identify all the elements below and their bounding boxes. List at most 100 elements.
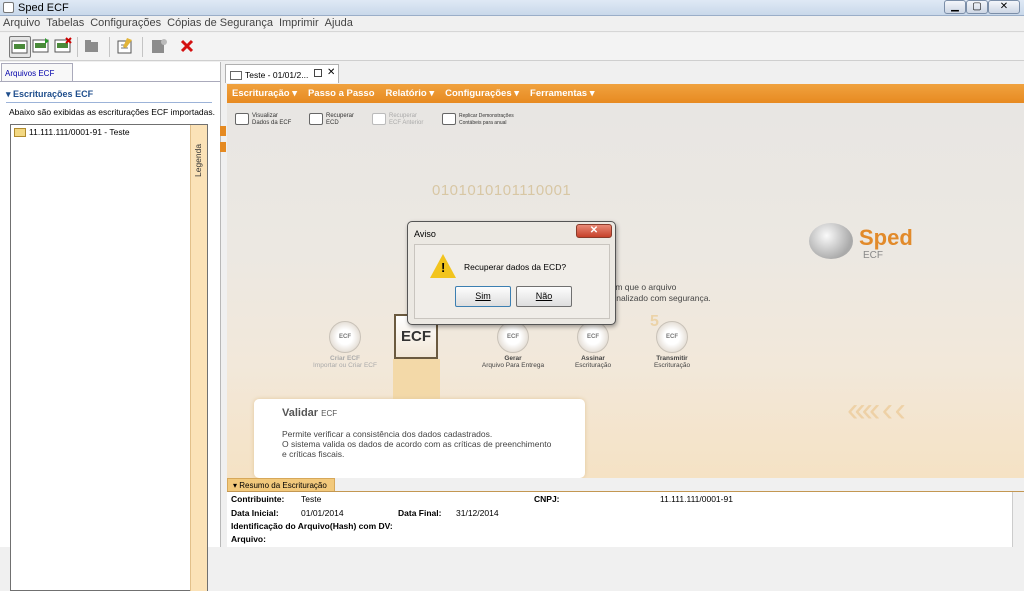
edit-icon [117, 38, 132, 54]
tab-arquivos-ecf[interactable]: Arquivos ECF [1, 63, 73, 81]
step-sub: Escrituração [574, 362, 612, 369]
open-button[interactable] [82, 36, 104, 58]
validar-title-suffix: ECF [321, 409, 338, 418]
visualizar-line2: Dados da ECF [252, 120, 292, 126]
dialog-body: ! Recuperar dados da ECD? Sim Não [414, 244, 610, 319]
resumo-tab[interactable]: ▾ Resumo da Escrituração [227, 478, 335, 491]
import-ecf-button[interactable] [31, 36, 53, 58]
step-description-text: Permite verificar a consistência dos dad… [282, 429, 551, 459]
step-label: Criar ECF [330, 355, 360, 362]
step-label: Transmitir [656, 355, 688, 362]
visualizar-line1: Visualizar [252, 113, 278, 119]
ecf-new-icon [11, 40, 28, 54]
step-criar-ecf[interactable]: ECF Criar ECF Importar ou Criar ECF [305, 321, 385, 369]
contribuinte-value: Teste [301, 494, 322, 504]
data-final-value: 31/12/2014 [456, 508, 499, 518]
recuperar-ecf-line1: Recuperar [389, 113, 418, 119]
recuperar-ecd-button[interactable]: Recuperar ECD [309, 113, 354, 127]
recuperar-ecd-line1: Recuperar [326, 113, 355, 119]
ecf-icon [235, 113, 249, 125]
step-transmitir[interactable]: ECF Transmitir Escrituração [632, 321, 712, 369]
menu-ferramentas[interactable]: Ferramentas ▾ [525, 84, 600, 99]
tab-teste-label: Teste - 01/01/2... [245, 70, 309, 80]
cnpj-value: 11.111.111/0001-91 [660, 494, 733, 504]
sped-logo-sub: ECF [863, 250, 883, 261]
title-bar: Sped ECF ▁ ▢ ✕ [0, 0, 1024, 16]
menu-bar: Arquivo Tabelas Configurações Cópias de Seg… [0, 16, 1024, 32]
step-gerar[interactable]: ECF Gerar Arquivo Para Entrega [473, 321, 553, 369]
workflow-area: Visualizar Dados da ECF Recuperar ECD Recu… [227, 103, 1024, 478]
ecd-icon [309, 113, 323, 125]
new-ecf-button[interactable] [9, 36, 31, 58]
properties-icon [152, 39, 167, 53]
ecf-import-icon [32, 38, 49, 53]
ecf-replicate-icon [442, 113, 456, 125]
menu-configuracoes[interactable]: Configurações [87, 16, 164, 29]
replicar-line1: Replicar Demonstrações [459, 113, 514, 119]
aviso-dialog: Aviso ✕ ! Recuperar dados da ECD? Sim Nã… [407, 221, 616, 325]
legenda-label: Legenda [193, 143, 203, 177]
sped-globe-icon [809, 223, 853, 259]
close-tab-icon[interactable]: ✕ [327, 67, 335, 78]
step-assinar[interactable]: ECF Assinar Escrituração [553, 321, 633, 369]
red-x-icon [180, 39, 194, 53]
toolbar-separator [142, 37, 143, 57]
cnpj-label: CNPJ: [534, 494, 560, 504]
data-final-label: Data Final: [398, 508, 442, 518]
tree-item-label: 11.111.111/0001-91 - Teste [29, 127, 130, 137]
menu-passo-a-passo[interactable]: Passo a Passo [303, 84, 381, 99]
contribuinte-label: Contribuinte: [231, 494, 285, 504]
validar-line-2: O sistema valida os dados de acordo com … [282, 439, 552, 449]
menu-configuracoes-escrituracao[interactable]: Configurações ▾ [440, 84, 525, 99]
delete-ecf-button[interactable] [53, 36, 75, 58]
validar-title: Validar [282, 407, 319, 419]
recuperar-ecf-anterior-button[interactable]: Recuperar ECF Anterior [372, 113, 423, 127]
ecf-delete-icon [54, 37, 72, 53]
menu-ajuda[interactable]: Ajuda [322, 16, 356, 29]
step-label: Gerar [504, 355, 522, 362]
tab-underline [0, 81, 220, 82]
step-icon: ECF [656, 321, 688, 353]
escrituracao-menu-bar: Escrituração ▾ Passo a Passo Relatório ▾ Co… [227, 84, 1024, 103]
menu-tabelas[interactable]: Tabelas [43, 16, 87, 29]
step-icon: ECF [577, 321, 609, 353]
tab-arquivos-ecf-label: Arquivos ECF [5, 69, 55, 78]
step-sub: Arquivo Para Entrega [481, 362, 545, 369]
edit-button[interactable] [115, 36, 137, 58]
tree-item[interactable]: 11.111.111/0001-91 - Teste [14, 127, 130, 138]
menu-imprimir[interactable]: Imprimir [276, 16, 322, 29]
warning-exclamation: ! [441, 260, 446, 275]
sim-button[interactable]: Sim [455, 286, 511, 307]
nao-button[interactable]: Não [516, 286, 572, 307]
menu-arquivo[interactable]: Arquivo [0, 16, 43, 29]
collapse-left-arrow-icon[interactable] [220, 126, 226, 136]
resumo-panel: Contribuinte: Teste CNPJ: 11.111.111/000… [227, 492, 1012, 547]
minimize-button[interactable]: ▁ [944, 0, 966, 14]
replicar-demonstracoes-button[interactable]: Replicar Demonstrações Contábeis para anu… [442, 113, 514, 127]
close-window-button[interactable]: ✕ [988, 0, 1020, 14]
menu-relatorio[interactable]: Relatório ▾ [381, 84, 441, 99]
menu-copias-seguranca[interactable]: Cópias de Segurança [164, 16, 276, 29]
toolbar-separator [77, 37, 78, 57]
tab-teste[interactable]: Teste - 01/01/2... ✕ [225, 64, 339, 83]
legenda-side-tab[interactable]: Legenda [190, 125, 207, 591]
dialog-close-button[interactable]: ✕ [576, 224, 612, 238]
menu-escrituracao[interactable]: Escrituração ▾ [227, 84, 303, 99]
step-sub: Importar ou Criar ECF [313, 362, 377, 369]
step-description-box: Validar ECF Permite verificar a consistê… [254, 399, 585, 478]
binary-decoration: 0101010101110001 [432, 182, 572, 199]
escrituracoes-section-header[interactable]: ▾ Escriturações ECF [6, 89, 212, 103]
step-sub: Escrituração [653, 362, 691, 369]
current-step-highlight [393, 359, 440, 399]
resumo-scrollbar[interactable] [1012, 492, 1024, 547]
data-inicial-value: 01/01/2014 [301, 508, 344, 518]
visualizar-dados-button[interactable]: Visualizar Dados da ECF [235, 113, 291, 127]
expand-right-arrow-icon[interactable] [220, 142, 226, 152]
section-description: Abaixo são exibidas as escriturações ECF… [9, 107, 215, 117]
close-file-button[interactable] [177, 36, 199, 58]
data-inicial-label: Data Inicial: [231, 508, 279, 518]
ecf-tab-icon [230, 71, 242, 81]
restore-tab-icon[interactable] [314, 69, 322, 77]
maximize-button[interactable]: ▢ [966, 0, 988, 14]
properties-button[interactable] [149, 36, 171, 58]
